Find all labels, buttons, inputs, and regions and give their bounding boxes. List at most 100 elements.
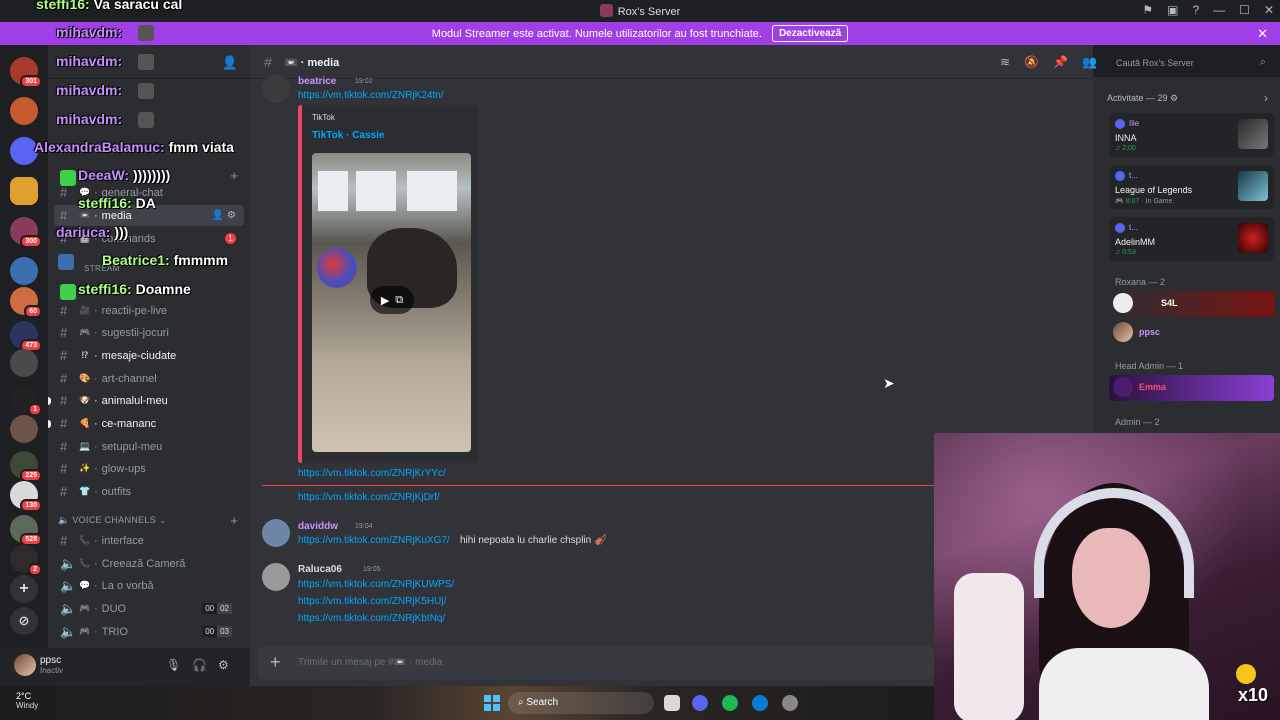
server-icon[interactable]: 473: [10, 321, 42, 352]
activity-user: t...: [1129, 223, 1138, 232]
search-input[interactable]: Caută Rox's Server ⌕: [1110, 53, 1272, 73]
edge-icon[interactable]: [752, 695, 768, 711]
avatar[interactable]: [14, 654, 36, 676]
activity-card[interactable]: t... League of Legends 🎮 8:07 · In Game: [1109, 165, 1274, 209]
add-voice-channel-icon[interactable]: +: [230, 513, 238, 528]
message-link[interactable]: https://vm.tiktok.com/ZNRjKjDrf/: [298, 492, 440, 503]
server-header[interactable]: 👤: [48, 45, 250, 79]
windows-start-icon[interactable]: [484, 695, 500, 711]
chevron-right-icon[interactable]: ›: [1264, 91, 1268, 105]
category-stream[interactable]: STREAM: [54, 258, 244, 279]
close-banner-icon[interactable]: ✕: [1257, 26, 1268, 42]
taskbar-search[interactable]: ⌕ Search: [508, 692, 654, 714]
voice-channel-creeaza-camera[interactable]: 🔈 📞 · Creează Cameră: [54, 553, 244, 574]
threads-icon[interactable]: ≋: [1000, 55, 1010, 69]
weather-widget[interactable]: 2°C Windy: [16, 691, 38, 710]
channel-label: art-channel: [101, 372, 157, 385]
message-link[interactable]: https://vm.tiktok.com/ZNRjK24tn/: [298, 90, 444, 101]
disable-streamer-button[interactable]: Dezactivează: [771, 25, 849, 42]
discover-icon[interactable]: ⊘: [10, 607, 38, 635]
channel-outfits[interactable]: # 👕 · outfits: [54, 481, 244, 502]
activity-game: League of Legends: [1115, 185, 1193, 195]
maximize-icon[interactable]: ☐: [1239, 3, 1250, 17]
voice-channel-trio[interactable]: 🔈 🎮 · TRIO 00 03: [54, 621, 244, 642]
channel-reactii-pe-live[interactable]: # 🎥 · reactii-pe-live: [54, 300, 244, 321]
category-voice-channels[interactable]: 🔈 VOICE CHANNELS ⌄: [58, 515, 167, 526]
server-icon[interactable]: 528: [10, 515, 42, 546]
add-channel-icon[interactable]: +: [230, 168, 238, 183]
server-icon[interactable]: 301: [10, 57, 42, 88]
obs-icon[interactable]: [782, 695, 798, 711]
voice-channel-la-o-vorba[interactable]: 🔈 💬 · La o vorbă: [54, 575, 244, 596]
close-window-icon[interactable]: ✕: [1264, 3, 1274, 17]
settings-gear-icon[interactable]: ⚙: [218, 658, 229, 672]
server-icon[interactable]: [10, 177, 38, 205]
server-icon[interactable]: 300: [10, 217, 42, 248]
taskbar: 2°C Windy ⌕ Search: [0, 686, 934, 720]
channel-setupul-meu[interactable]: # 💻 · setupul-meu: [54, 436, 244, 457]
avatar[interactable]: [262, 519, 290, 547]
embed-title[interactable]: TikTok · Cassie: [312, 130, 384, 141]
server-icon[interactable]: [10, 415, 38, 443]
invite-icon[interactable]: 👤: [222, 55, 238, 71]
message-link[interactable]: https://vm.tiktok.com/ZNRjKrYYc/: [298, 468, 446, 479]
channel-sugestii-jocuri[interactable]: # 🎮 · sugestii-jocuri: [54, 322, 244, 343]
members-icon[interactable]: 👥: [1082, 55, 1097, 69]
message-link[interactable]: https://vm.tiktok.com/ZNRjKUWPS/: [298, 579, 454, 590]
discord-icon[interactable]: [692, 695, 708, 711]
notifications-muted-icon[interactable]: 🔕: [1024, 55, 1039, 69]
channel-label: TRIO: [101, 625, 128, 638]
video-thumbnail[interactable]: ▶ ⧉: [312, 153, 471, 452]
message-composer[interactable]: + Trimite un mesaj pe #📼 · media: [258, 646, 934, 680]
screen-icon[interactable]: ▣: [1167, 3, 1178, 17]
voice-channel-duo[interactable]: 🔈 🎮 · DUO 00 02: [54, 598, 244, 619]
add-server-icon[interactable]: +: [10, 575, 38, 603]
server-icon[interactable]: [10, 349, 38, 377]
channel-settings-icon[interactable]: 👤 ⚙: [212, 210, 236, 221]
channel-animalul-meu[interactable]: # 🐶 · animalul-meu: [48, 390, 244, 411]
avatar[interactable]: [262, 75, 290, 103]
play-button[interactable]: ▶ ⧉: [370, 286, 414, 314]
channel-general-chat[interactable]: # 💬 · general-chat: [54, 182, 244, 203]
channel-mesaje-ciudate[interactable]: # ⁉ · mesaje-ciudate: [54, 345, 244, 366]
message-author[interactable]: daviddw: [298, 521, 338, 532]
server-icon[interactable]: [10, 137, 38, 165]
server-icon[interactable]: 130: [10, 481, 42, 512]
channel-ce-mananc[interactable]: # 🍕 · ce-mananc: [48, 413, 244, 434]
composer-placeholder: Trimite un mesaj pe #📼 · media: [298, 657, 443, 668]
channel-emoji: 🎨: [79, 373, 91, 383]
file-explorer-icon[interactable]: [664, 695, 680, 711]
channel-emoji: 🎮: [79, 603, 91, 613]
inbox-icon[interactable]: ⚑: [1142, 3, 1153, 17]
member-item[interactable]: Emma: [1109, 375, 1274, 401]
message-author[interactable]: Raluca06: [298, 564, 342, 575]
voice-channel-interface[interactable]: # 📞 · interface: [54, 530, 244, 551]
server-icon[interactable]: 225: [10, 451, 42, 482]
avatar[interactable]: [262, 563, 290, 591]
message-link[interactable]: https://vm.tiktok.com/ZNRjKuXG7/: [298, 535, 450, 546]
headphones-icon[interactable]: 🎧: [192, 658, 207, 672]
channel-glow-ups[interactable]: # ✨ · glow-ups: [54, 458, 244, 479]
minimize-icon[interactable]: —: [1213, 3, 1225, 17]
message-link[interactable]: https://vm.tiktok.com/ZNRjK5HUj/: [298, 596, 446, 607]
server-icon[interactable]: [10, 97, 38, 125]
channel-commands[interactable]: # 🤖 · commands 1: [54, 228, 244, 249]
channel-art-channel[interactable]: # 🎨 · art-channel: [54, 368, 244, 389]
server-icon[interactable]: 2: [10, 545, 42, 576]
member-item[interactable]: S4L: [1109, 291, 1274, 317]
member-item[interactable]: ppsc: [1109, 320, 1274, 346]
microphone-icon[interactable]: 🎙: [166, 658, 181, 672]
open-external-icon: ⧉: [395, 293, 404, 306]
attach-icon[interactable]: +: [270, 652, 281, 673]
help-icon[interactable]: ?: [1192, 3, 1199, 17]
message-author[interactable]: beatrice: [298, 76, 336, 87]
spotify-icon[interactable]: [722, 695, 738, 711]
activity-card[interactable]: t... AdelinMM ♫ 0:53: [1109, 217, 1274, 261]
channel-media[interactable]: # 📼 · media 👤 ⚙: [54, 205, 244, 226]
pin-icon[interactable]: 📌: [1053, 55, 1068, 69]
activity-card[interactable]: Ilie INNA ♫ 2:00: [1109, 113, 1274, 157]
server-icon[interactable]: 60: [10, 287, 42, 318]
server-icon[interactable]: [10, 257, 38, 285]
message-link[interactable]: https://vm.tiktok.com/ZNRjKbtNq/: [298, 613, 445, 624]
server-icon[interactable]: 1: [10, 385, 42, 416]
